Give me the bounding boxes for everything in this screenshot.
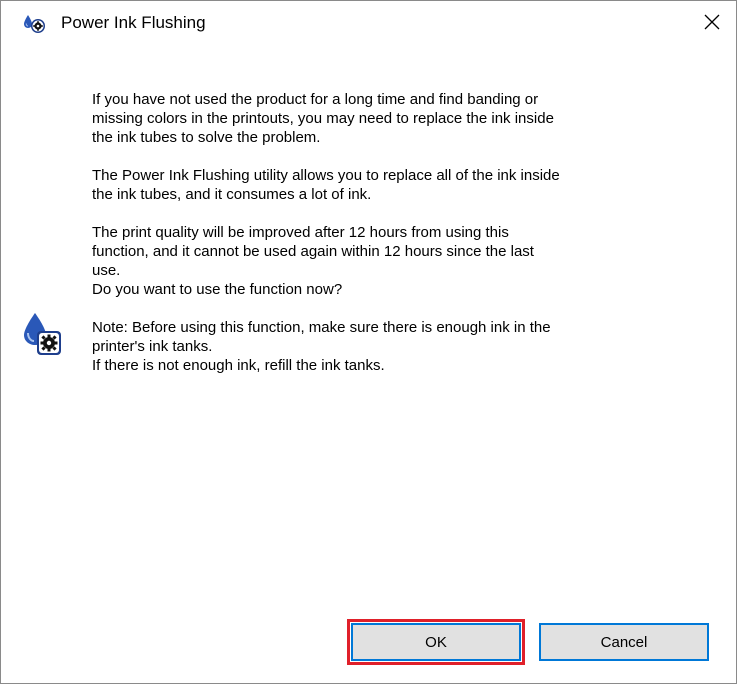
message-text: If you have not used the product for a l… [92, 90, 682, 394]
close-icon [704, 14, 720, 30]
ink-drop-gear-icon [24, 15, 45, 33]
dialog-window: Power Ink Flushing If you have not used … [0, 0, 737, 684]
ok-button[interactable]: OK [347, 619, 525, 665]
message-question: Do you want to use the function now? [92, 281, 343, 298]
window-title: Power Ink Flushing [61, 13, 206, 32]
close-button[interactable] [688, 1, 736, 43]
ink-drop-gear-icon [24, 313, 61, 355]
message-paragraph-2: The Power Ink Flushing utility allows yo… [92, 167, 560, 203]
cancel-button[interactable]: Cancel [539, 623, 709, 661]
message-paragraph-3: The print quality will be improved after… [92, 224, 534, 279]
message-paragraph-1: If you have not used the product for a l… [92, 91, 554, 146]
title-bar[interactable]: Power Ink Flushing [1, 1, 736, 43]
message-note: Note: Before using this function, make s… [92, 319, 551, 374]
dialog-content: If you have not used the product for a l… [1, 43, 736, 683]
